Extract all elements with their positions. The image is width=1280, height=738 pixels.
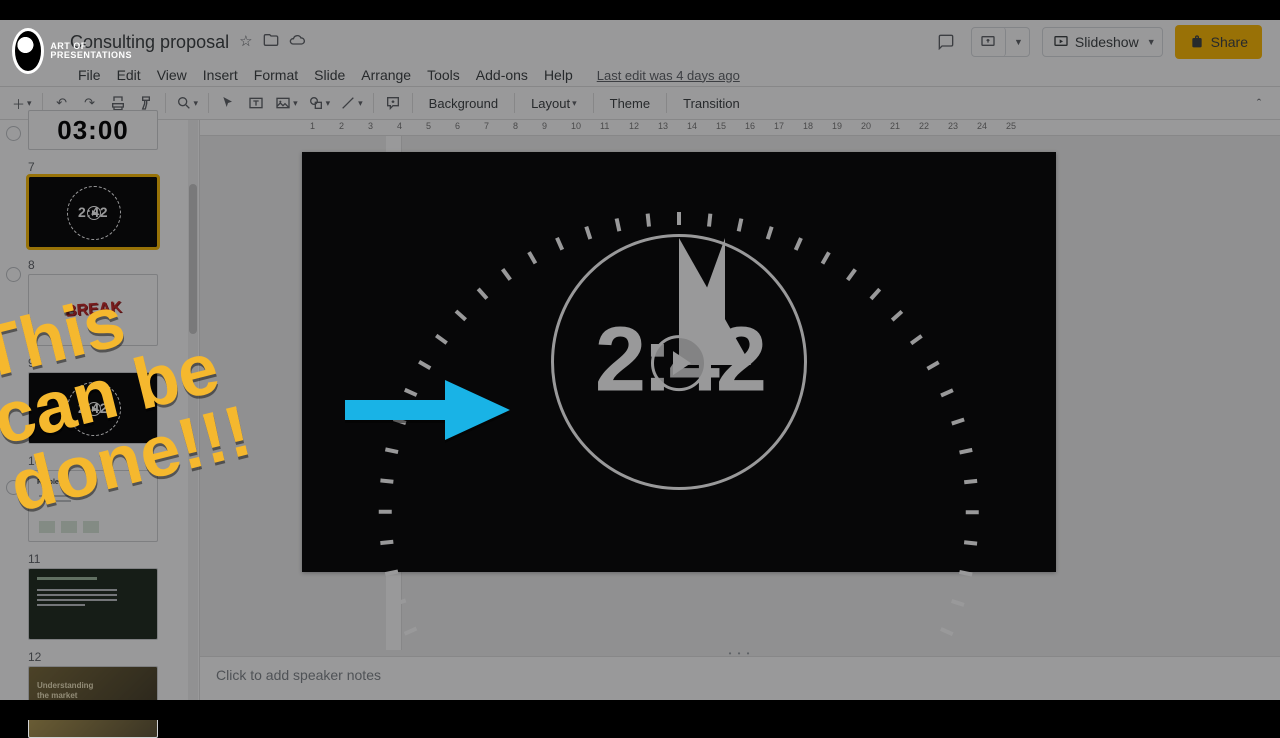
link-icon	[2, 264, 23, 285]
link-icon	[2, 123, 23, 144]
textbox-button[interactable]	[243, 90, 269, 116]
present-upload-icon[interactable]	[972, 27, 1006, 57]
menu-arrange[interactable]: Arrange	[353, 67, 419, 83]
canvas-area: 1234567891011121314151617181920212223242…	[200, 120, 1280, 700]
menu-tools[interactable]: Tools	[419, 67, 468, 83]
chevron-down-icon: ▼	[1147, 37, 1156, 47]
thumbnail-slide[interactable]: 03:00	[28, 110, 158, 150]
thumbnail-slide[interactable]: Problems	[28, 470, 158, 542]
slideshow-label: Slideshow	[1075, 34, 1139, 50]
link-icon	[2, 477, 23, 498]
horizontal-ruler: 1234567891011121314151617181920212223242…	[200, 120, 1280, 136]
background-button[interactable]: Background	[419, 90, 508, 116]
slideshow-button[interactable]: Slideshow ▼	[1042, 27, 1163, 57]
document-title[interactable]: Consulting proposal	[70, 32, 235, 53]
share-label: Share	[1211, 34, 1248, 50]
share-button[interactable]: Share	[1175, 25, 1262, 59]
cloud-status-icon[interactable]	[289, 32, 305, 52]
thumbnail-slide[interactable]: BREAK	[28, 274, 158, 346]
countdown-timer-graphic: 2:42	[529, 212, 829, 512]
comments-icon[interactable]	[933, 29, 959, 55]
last-edit-link[interactable]: Last edit was 4 days ago	[589, 68, 748, 83]
star-icon[interactable]: ☆	[239, 32, 252, 52]
transition-button[interactable]: Transition	[673, 90, 750, 116]
collapse-toolbar-button[interactable]: ˆ	[1246, 90, 1272, 116]
menu-format[interactable]: Format	[246, 67, 306, 83]
theme-button[interactable]: Theme	[600, 90, 660, 116]
menu-view[interactable]: View	[149, 67, 195, 83]
thumbnail-slide[interactable]: 2:42	[28, 372, 158, 444]
thumbnail-panel: 03:0072:428BREAK92:4210Problems1112Under…	[0, 120, 200, 700]
zoom-button[interactable]: ▾	[172, 90, 203, 116]
chevron-down-icon[interactable]: ▼	[1008, 37, 1029, 47]
move-icon[interactable]	[263, 32, 279, 52]
thumbnail-slide[interactable]: 2:42	[28, 176, 158, 248]
titlebar: Consulting proposal ☆ ▼ Slides	[0, 20, 1280, 64]
menu-insert[interactable]: Insert	[195, 67, 246, 83]
menu-slide[interactable]: Slide	[306, 67, 353, 83]
speaker-notes[interactable]: Click to add speaker notes	[200, 656, 1280, 700]
thumbnail-slide[interactable]	[28, 568, 158, 640]
menubar: File Edit View Insert Format Slide Arran…	[0, 64, 1280, 86]
select-tool-button[interactable]	[215, 90, 241, 116]
play-icon[interactable]	[651, 335, 707, 391]
menu-help[interactable]: Help	[536, 67, 581, 83]
toolbar: ＋▾ ↶ ↷ ▾ ▾ ▾ ▾ Background Layout▾ Theme …	[0, 86, 1280, 120]
present-upload-dropdown[interactable]: ▼	[971, 27, 1030, 57]
slide-canvas[interactable]: 2:42	[302, 152, 1056, 572]
menu-edit[interactable]: Edit	[109, 67, 149, 83]
layout-button[interactable]: Layout▾	[521, 90, 587, 116]
image-button[interactable]: ▾	[271, 90, 302, 116]
comment-button[interactable]	[380, 90, 406, 116]
shape-button[interactable]: ▾	[304, 90, 335, 116]
menu-addons[interactable]: Add-ons	[468, 67, 536, 83]
thumbnail-scrollbar[interactable]	[188, 120, 198, 700]
menu-file[interactable]: File	[70, 67, 109, 83]
line-button[interactable]: ▾	[336, 90, 367, 116]
